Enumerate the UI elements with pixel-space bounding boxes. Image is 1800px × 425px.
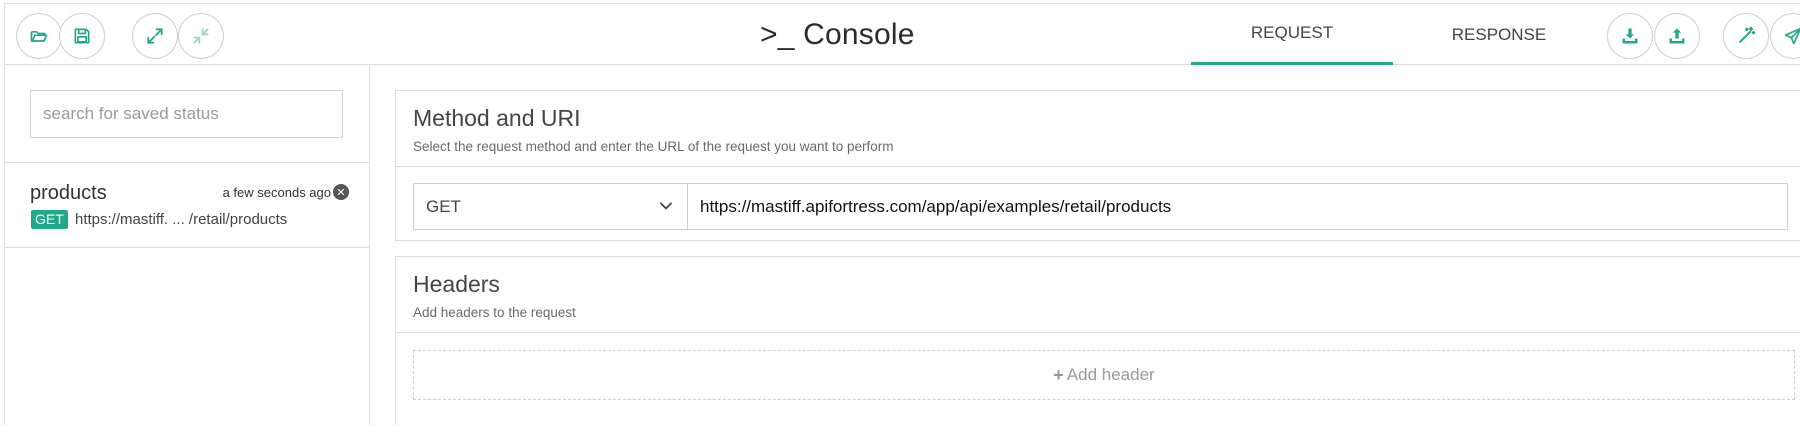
tab-response[interactable]: RESPONSE bbox=[1393, 4, 1605, 65]
collapse-button[interactable] bbox=[178, 13, 224, 59]
expand-arrows-icon bbox=[147, 28, 163, 44]
saved-status-sidebar: products a few seconds ago ✕ GET https:/… bbox=[5, 65, 370, 425]
saved-status-search-input[interactable] bbox=[30, 90, 343, 138]
magic-wand-button[interactable] bbox=[1723, 13, 1769, 59]
save-button[interactable] bbox=[59, 13, 105, 59]
page-title: >_ Console bbox=[760, 18, 915, 51]
top-toolbar: >_ Console REQUEST RESPONSE bbox=[5, 4, 1800, 65]
folder-open-icon bbox=[30, 31, 48, 42]
method-badge: GET bbox=[31, 210, 68, 229]
headers-panel: Headers Add headers to the request + Add… bbox=[395, 256, 1800, 425]
method-select-value: GET bbox=[426, 196, 461, 216]
request-url-input[interactable] bbox=[688, 183, 1788, 230]
headers-subtitle: Add headers to the request bbox=[413, 305, 576, 320]
chevron-down-icon bbox=[660, 202, 672, 210]
method-uri-panel: Method and URI Select the request method… bbox=[395, 90, 1800, 241]
add-header-button[interactable]: + Add header bbox=[413, 350, 1795, 400]
compress-arrows-icon bbox=[193, 28, 209, 44]
upload-button[interactable] bbox=[1654, 13, 1700, 59]
divider bbox=[396, 166, 1800, 167]
remove-circle-icon[interactable]: ✕ bbox=[333, 184, 349, 200]
tab-request[interactable]: REQUEST bbox=[1191, 4, 1393, 65]
method-select[interactable]: GET bbox=[413, 183, 688, 230]
divider bbox=[396, 332, 1800, 333]
plus-icon: + bbox=[1053, 364, 1064, 385]
headers-title: Headers bbox=[413, 271, 500, 297]
method-uri-title: Method and URI bbox=[413, 105, 581, 131]
send-button[interactable] bbox=[1770, 13, 1800, 59]
add-header-label: Add header bbox=[1066, 365, 1155, 384]
open-folder-button[interactable] bbox=[16, 13, 62, 59]
upload-tray-icon bbox=[1669, 28, 1685, 44]
floppy-disk-icon bbox=[74, 28, 90, 44]
expand-button[interactable] bbox=[132, 13, 178, 59]
app-frame: >_ Console REQUEST RESPONSE search for s… bbox=[4, 3, 1800, 425]
saved-item-url: https://mastiff. ... /retail/products bbox=[75, 211, 288, 228]
search-section bbox=[5, 65, 369, 163]
download-tray-icon bbox=[1622, 28, 1638, 44]
saved-item-timestamp: a few seconds ago bbox=[222, 185, 331, 200]
saved-item-name: products bbox=[30, 182, 107, 204]
magic-wand-icon bbox=[1739, 26, 1756, 43]
method-uri-subtitle: Select the request method and enter the … bbox=[413, 139, 894, 154]
terminal-prompt-icon: >_ bbox=[760, 18, 804, 51]
paper-plane-icon bbox=[1784, 27, 1800, 45]
download-button[interactable] bbox=[1607, 13, 1653, 59]
saved-status-item[interactable]: products a few seconds ago ✕ GET https:/… bbox=[5, 163, 369, 248]
